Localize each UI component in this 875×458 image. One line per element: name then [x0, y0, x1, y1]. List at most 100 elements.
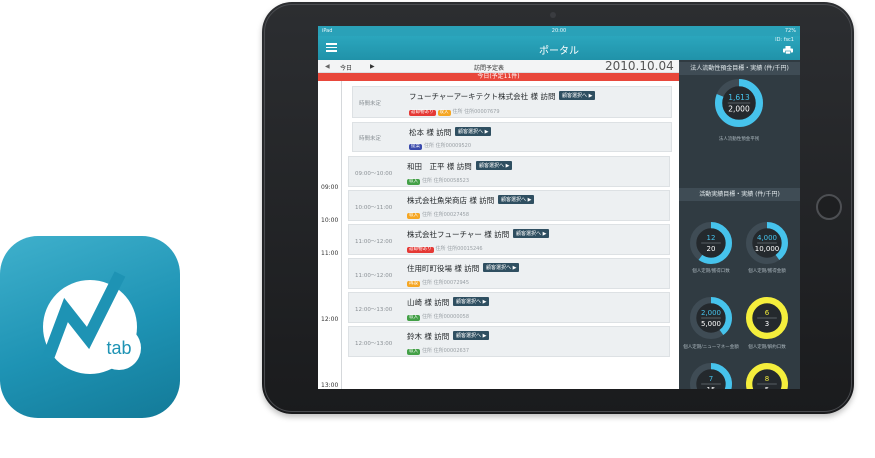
gauge-actual: 6 [765, 309, 770, 317]
status-badge: 収入 [407, 349, 420, 355]
visit-time: 12:00～13:00 [355, 340, 393, 347]
status-badge: 返却物あり [409, 110, 436, 116]
visit-tags: 提案 住所 住所00009520 [409, 142, 471, 150]
gauge-label: 個人定期/獲得金額 [748, 269, 786, 274]
visit-name: 山崎 様 訪問 [407, 298, 450, 307]
visit-name: 和田 正平 様 訪問 [407, 162, 472, 171]
visit-name: 鈴木 様 訪問 [407, 332, 450, 341]
today-button[interactable]: 今日 [340, 63, 352, 72]
select-customer-button[interactable]: 顧客選択へ ▶ [513, 229, 550, 238]
visit-tags: 収入 住所 住所00000058 [407, 313, 469, 321]
visit-address: 住所 住所00072945 [422, 280, 470, 286]
next-day-button[interactable]: ▶ [370, 63, 375, 70]
visit-tags: 返却物あり 住所 住所00015246 [407, 245, 483, 253]
today-summary-bar: 今日(予定11件) [318, 73, 679, 81]
kpi-gauge: 85 [745, 362, 789, 389]
select-customer-button[interactable]: 顧客選択へ ▶ [453, 297, 490, 306]
visit-address: 住所 住所00000058 [422, 314, 470, 320]
gauge-label: 個人定期/獲得口数 [692, 269, 730, 274]
visit-tags: 収入 住所 住所00027458 [407, 211, 469, 219]
gauge-actual: 12 [707, 234, 716, 242]
status-badge: 再設 [407, 281, 420, 287]
app-icon[interactable]: tab [0, 236, 180, 418]
visit-time: 12:00～13:00 [355, 306, 393, 313]
status-badge: 提案 [409, 144, 422, 150]
nav-bar: ポータル ID: fsc1 [318, 36, 800, 60]
visit-time: 10:00～11:00 [355, 204, 393, 211]
prev-day-button[interactable]: ◀ [325, 63, 330, 70]
status-badge: 収入 [407, 179, 420, 185]
visit-tags: 再設 住所 住所00072945 [407, 279, 469, 287]
visit-card[interactable]: 時間未定 フューチャーアーキテクト株式会社 様 訪問 顧客選択へ ▶ 返却物あり 収入住… [352, 86, 672, 118]
visit-address: 住所 住所00002637 [422, 348, 470, 354]
performance-panel: 法人流動性預金目標・実績 (件/千円) 活動実績目標・実績 (件/千円) 1,6… [679, 60, 800, 389]
status-badge: 収入 [407, 315, 420, 321]
status-time: 20:00 [551, 28, 567, 34]
gauge-label: 法人流動性預金平残 [718, 137, 760, 142]
visit-card[interactable]: 時間未定 松本 様 訪問 顧客選択へ ▶ 提案 住所 住所00009520 [352, 122, 672, 152]
gauge-target: 20 [707, 245, 716, 253]
user-id: ID: fsc1 [775, 37, 794, 43]
status-badge: 収入 [437, 110, 451, 116]
select-customer-button[interactable]: 顧客選択へ ▶ [476, 161, 513, 170]
visit-time: 時間未定 [359, 101, 382, 107]
select-customer-button[interactable]: 顧客選択へ ▶ [498, 195, 535, 204]
visit-card[interactable]: 12:00～13:00 鈴木 様 訪問 顧客選択へ ▶ 収入 住所 住所00002637 [348, 326, 670, 357]
visit-address: 住所 住所00015246 [435, 246, 483, 252]
promo-stage: tab iPad 20:00 72% ポータル ID: fsc1 ◀ 今日 ▶ … [0, 0, 875, 458]
hour-label: 11:00 [321, 250, 339, 257]
select-customer-button[interactable]: 顧客選択へ ▶ [455, 127, 492, 136]
visit-name: 住用町町役場 様 訪問 [407, 264, 480, 273]
camera-icon [550, 12, 556, 18]
visit-tags: 収入 住所 住所00058523 [407, 177, 469, 185]
visit-name: 株式会社魚栄商店 様 訪問 [407, 196, 495, 205]
visit-address: 住所 住所00007679 [452, 109, 500, 115]
hour-label: 10:00 [321, 217, 339, 224]
visit-address: 住所 住所00058523 [422, 178, 470, 184]
gauge-target: 10,000 [755, 245, 780, 253]
status-battery: 72% [784, 28, 796, 34]
select-customer-button[interactable]: 顧客選択へ ▶ [559, 91, 596, 100]
kpi-gauge: 2,000 5,000 [689, 296, 733, 340]
gauge-target: 3 [765, 320, 769, 328]
status-bar: iPad 20:00 72% [318, 26, 800, 36]
visit-card[interactable]: 12:00～13:00 山崎 様 訪問 顧客選択へ ▶ 収入 住所 住所00000058 [348, 292, 670, 323]
visit-time: 11:00～12:00 [355, 272, 393, 279]
visit-tags: 収入 住所 住所00002637 [407, 347, 469, 355]
page-title: ポータル [539, 46, 579, 57]
tablet-screen: iPad 20:00 72% ポータル ID: fsc1 ◀ 今日 ▶ 訪問予定… [318, 26, 800, 389]
hour-label: 12:00 [321, 316, 339, 323]
visit-time: 11:00～12:00 [355, 238, 393, 245]
visit-time: 09:00～10:00 [355, 170, 393, 177]
gauge-label: 個人定期/ニューマネー金額 [683, 345, 739, 350]
kpi-gauge: 1220 [689, 221, 733, 265]
gauge-actual: 8 [765, 375, 769, 383]
visit-card[interactable]: 09:00～10:00 和田 正平 様 訪問 顧客選択へ ▶ 収入 住所 住所00058… [348, 156, 670, 187]
gauge-target: 5 [765, 386, 769, 389]
visit-schedule: ◀ 今日 ▶ 訪問予定表 2010.10.04 今日(予定11件) 09:00 … [318, 59, 679, 389]
kpi-gauge: 63 [745, 296, 789, 340]
select-customer-button[interactable]: 顧客選択へ ▶ [483, 263, 520, 272]
date-navigation: ◀ 今日 ▶ 訪問予定表 2010.10.04 [318, 59, 679, 73]
visit-card[interactable]: 10:00～11:00 株式会社魚栄商店 様 訪問 顧客選択へ ▶ 収入 住所 住所00… [348, 190, 670, 221]
gauge-actual: 4,000 [757, 234, 777, 242]
gauge-target: 2,000 [728, 105, 750, 114]
home-button[interactable] [816, 194, 842, 220]
select-customer-button[interactable]: 顧客選択へ ▶ [453, 331, 490, 340]
hour-label: 09:00 [321, 184, 339, 191]
kpi-gauge: 4,000 10,000 [745, 221, 789, 265]
visit-card[interactable]: 11:00～12:00 株式会社フューチャー 様 訪問 顧客選択へ ▶ 返却物あり 住所… [348, 224, 670, 255]
kpi-gauge: 1,613 2,000 [715, 79, 763, 127]
gauge-target: 5,000 [701, 320, 721, 328]
printer-icon[interactable] [783, 46, 793, 54]
app-icon-label: tab [106, 338, 131, 358]
hour-label: 13:00 [321, 382, 339, 389]
visit-name: 松本 様 訪問 [409, 128, 452, 137]
visit-address: 住所 住所00027458 [422, 212, 470, 218]
kpi-gauge: 7 15 [689, 362, 733, 389]
tab-logo-icon: tab [42, 271, 141, 374]
visit-name: 株式会社フューチャー 様 訪問 [407, 230, 510, 239]
visit-tags: 返却物あり 収入 住所 住所00007679 [409, 108, 500, 116]
gauge-label: 個人定期/解約口数 [748, 345, 786, 350]
visit-card[interactable]: 11:00～12:00 住用町町役場 様 訪問 顧客選択へ ▶ 再設 住所 住所0007… [348, 258, 670, 289]
